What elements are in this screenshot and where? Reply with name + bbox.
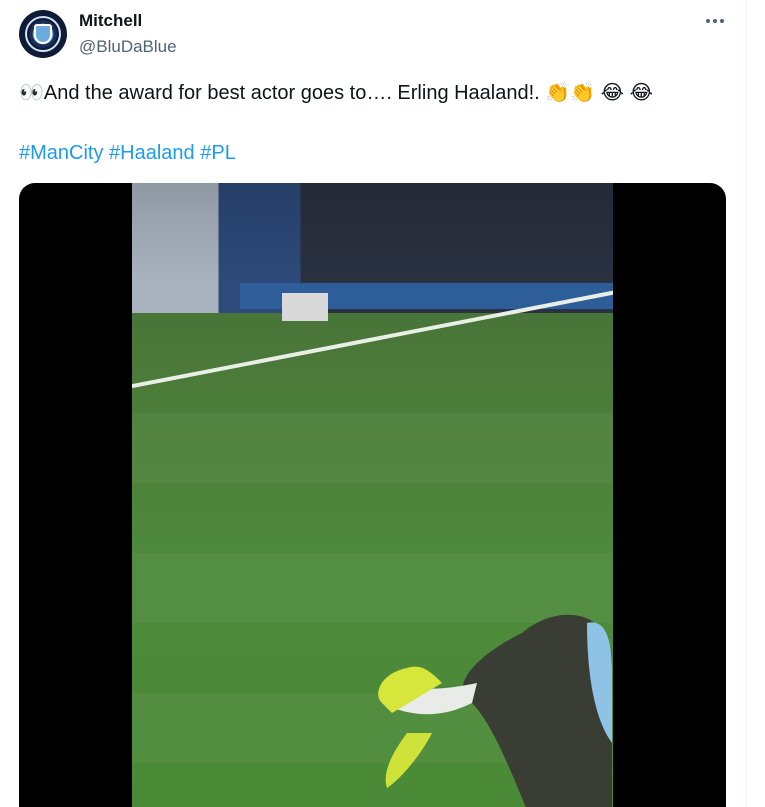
crest-icon	[34, 24, 52, 44]
more-options-button[interactable]	[698, 8, 732, 34]
avatar[interactable]	[19, 10, 67, 58]
more-horizontal-icon	[706, 19, 710, 23]
more-horizontal-icon	[720, 19, 724, 23]
hashtag-mancity[interactable]: #ManCity	[19, 142, 103, 164]
author-name[interactable]: Mitchell	[79, 11, 142, 31]
hashtag-haaland[interactable]: #Haaland	[109, 142, 195, 164]
pitch-box	[282, 293, 328, 321]
column-divider	[746, 0, 747, 807]
grass-stripe	[132, 413, 613, 483]
video-frame[interactable]	[132, 183, 613, 807]
author-handle[interactable]: @BluDaBlue	[79, 37, 177, 57]
player-figure	[378, 614, 612, 807]
hashtag-pl[interactable]: #PL	[200, 142, 236, 164]
tweet[interactable]: Mitchell @BluDaBlue 👀And the award for b…	[0, 0, 746, 807]
more-horizontal-icon	[713, 19, 717, 23]
video-player[interactable]	[19, 183, 726, 807]
tweet-text: 👀And the award for best actor goes to…. …	[19, 82, 653, 104]
hashtag-row: #ManCity #Haaland #PL	[19, 140, 236, 166]
wall-shadow	[132, 183, 613, 283]
